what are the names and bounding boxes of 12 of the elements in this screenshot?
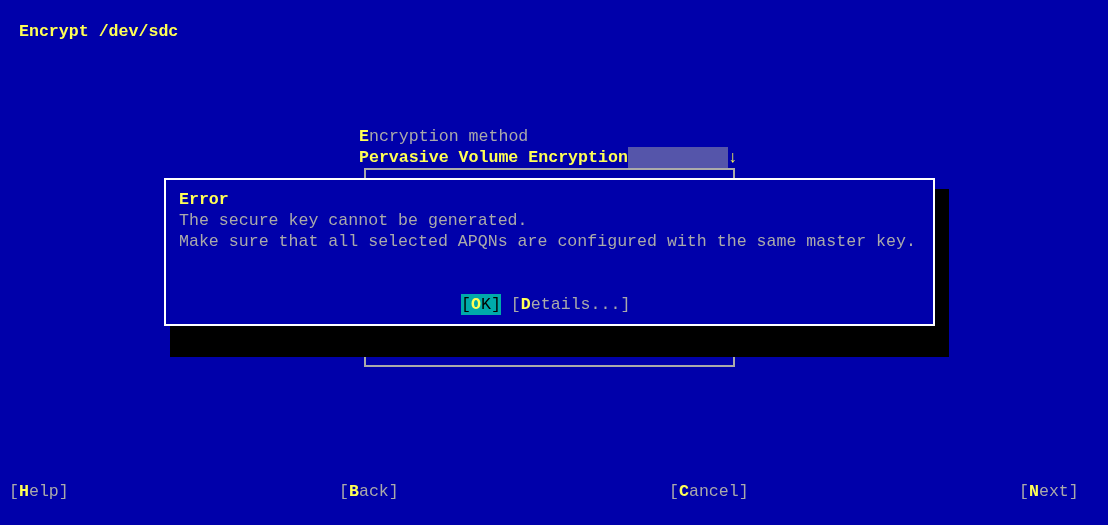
- error-message: The secure key cannot be generated.: [179, 210, 528, 231]
- footer-button[interactable]: [Cancel]: [669, 481, 749, 502]
- dialog-title: Error: [179, 189, 229, 210]
- dialog-button[interactable]: [OK]: [461, 294, 501, 315]
- screen-title: Encrypt /dev/sdc: [19, 21, 179, 42]
- encryption-method-dropdown[interactable]: Pervasive Volume Encryption ↓: [0, 147, 1108, 168]
- footer-button[interactable]: [Help]: [9, 481, 69, 502]
- footer-button[interactable]: [Next]: [1019, 481, 1079, 502]
- field-label: Encryption method: [359, 126, 529, 147]
- error-message: Make sure that all selected APQNs are configured with the same master key.: [179, 231, 916, 252]
- dialog-button[interactable]: [Details...]: [510, 294, 631, 315]
- footer-button[interactable]: [Back]: [339, 481, 399, 502]
